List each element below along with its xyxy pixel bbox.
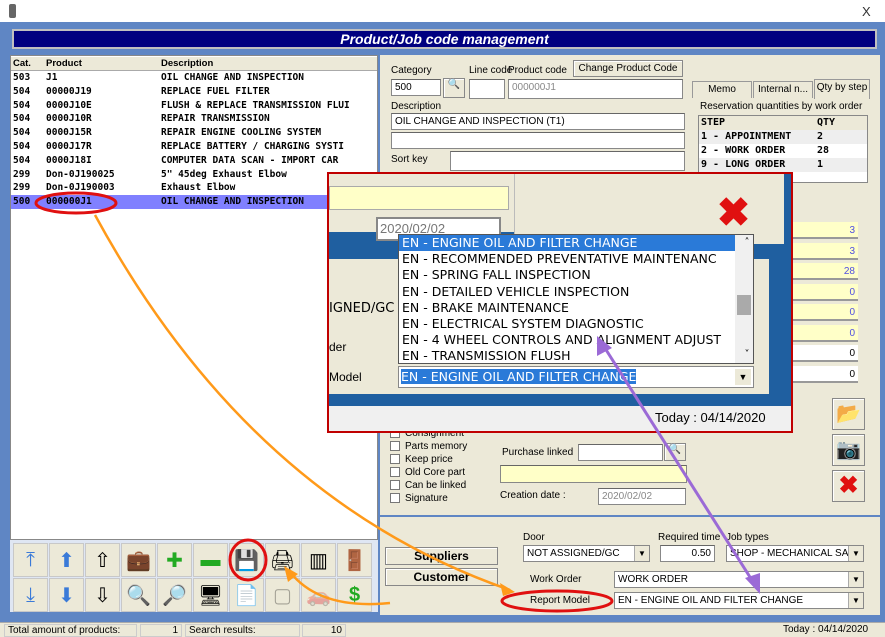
- highlight-ellipse: [500, 589, 614, 613]
- annotation-overlay: [34, 191, 760, 613]
- highlight-ellipse: [34, 191, 118, 215]
- orange-arrow: [289, 571, 391, 606]
- orange-arrow: [93, 214, 511, 592]
- purple-arrow: [601, 344, 757, 586]
- highlight-ellipse: [228, 538, 268, 582]
